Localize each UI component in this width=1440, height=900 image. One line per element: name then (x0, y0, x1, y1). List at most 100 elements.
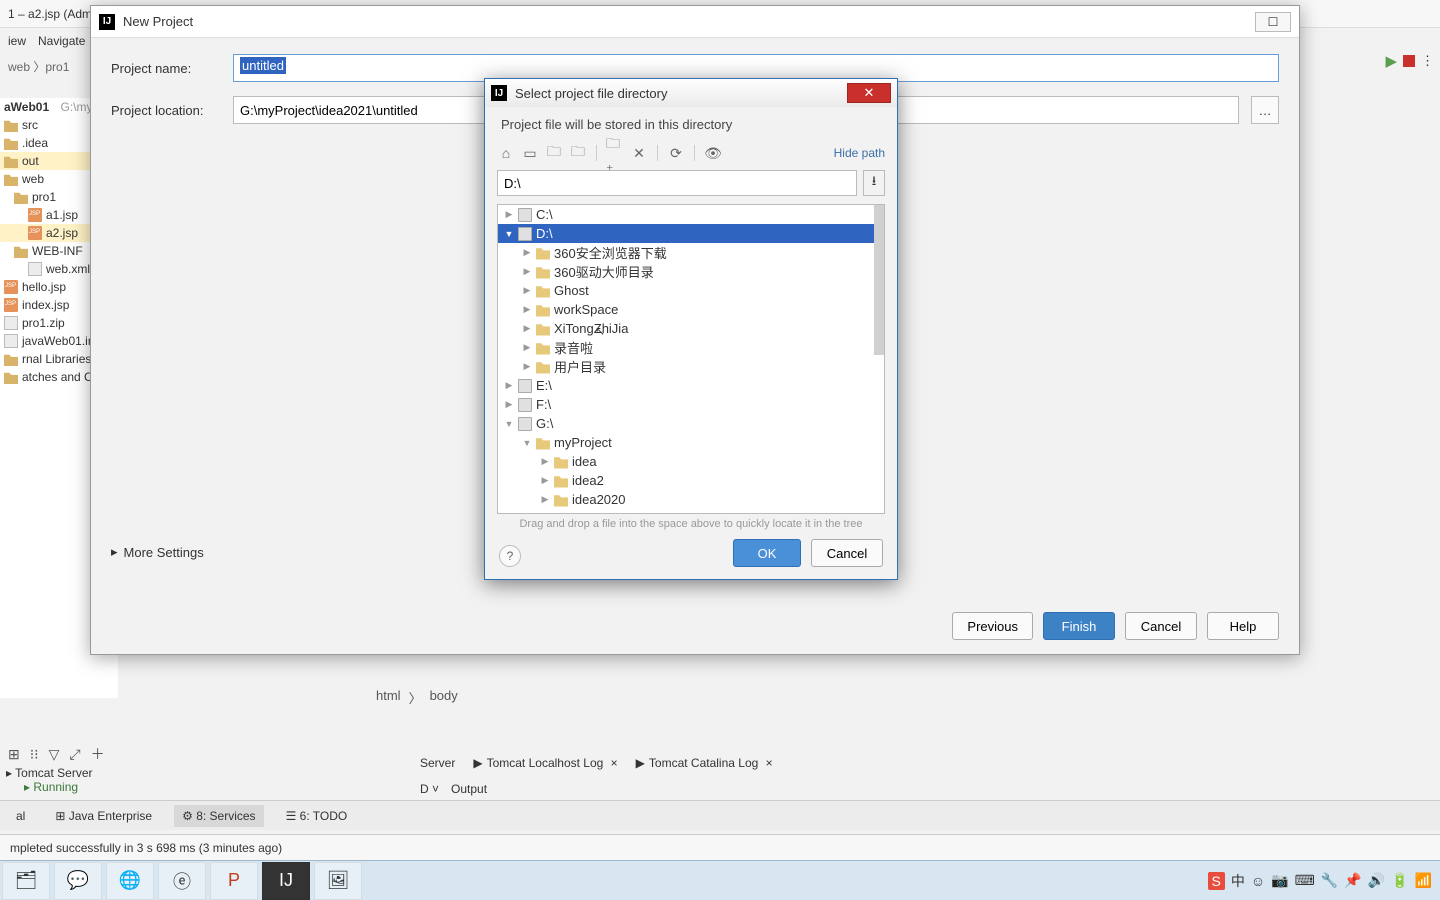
crumb-html[interactable]: html (376, 688, 401, 707)
folder-icon (4, 136, 18, 150)
taskbar-ie[interactable]: ⓔ (158, 862, 206, 900)
tree-node[interactable]: ▶workSpace (498, 300, 884, 319)
module-icon[interactable]: 🗀 (569, 144, 587, 162)
expand-arrow-icon[interactable]: ▶ (504, 380, 514, 391)
show-hidden-icon[interactable]: 👁 (704, 144, 722, 162)
menu-navigate[interactable]: Navigate (38, 34, 85, 48)
more-icon[interactable]: ⋮ (1421, 53, 1434, 69)
taskbar-explorer[interactable]: 🗂 (2, 862, 50, 900)
taskbar-intellij[interactable]: IJ (262, 862, 310, 900)
tray-pin-icon[interactable]: 📌 (1344, 872, 1361, 889)
ime-lang-icon[interactable]: 中 (1231, 871, 1245, 891)
tree-node[interactable]: ▶360驱动大师目录 (498, 262, 884, 281)
expand-arrow-icon[interactable]: ▶ (504, 399, 514, 410)
tab-java-enterprise[interactable]: ⊞ Java Enterprise (47, 805, 160, 827)
tray-volume-icon[interactable]: 🔊 (1368, 872, 1385, 889)
tree-node[interactable]: ▶C:\ (498, 205, 884, 224)
stop-icon[interactable] (1403, 55, 1415, 67)
tray-tool-icon[interactable]: 🔧 (1321, 872, 1338, 889)
intellij-icon: IJ (491, 85, 507, 101)
folder-icon (536, 360, 550, 374)
browse-location-button[interactable]: … (1251, 96, 1279, 124)
taskbar-powerpoint[interactable]: P (210, 862, 258, 900)
tree-node[interactable]: ▶idea (498, 452, 884, 471)
tray-battery-icon[interactable]: 🔋 (1391, 872, 1408, 889)
expand-arrow-icon[interactable]: ▶ (540, 456, 550, 467)
tab-terminal[interactable]: al (8, 805, 33, 827)
tree-node[interactable]: ▼myProject (498, 433, 884, 452)
cancel-button[interactable]: Cancel (1125, 612, 1197, 640)
taskbar-wechat[interactable]: 💬 (54, 862, 102, 900)
tree-node[interactable]: ▶Ghost (498, 281, 884, 300)
filter-icon[interactable]: ▽ (49, 746, 60, 763)
expand-arrow-icon[interactable]: ▶ (522, 323, 532, 334)
tree-node[interactable]: ▶idea2020 (498, 490, 884, 509)
running-node[interactable]: ▸ Running (6, 780, 93, 794)
expand-arrow-icon[interactable]: ▶ (522, 266, 532, 277)
help-button[interactable]: Help (1207, 612, 1279, 640)
new-folder-icon[interactable]: 🗀₊ (606, 144, 624, 162)
tree-icon[interactable]: ⁝⁝ (30, 746, 39, 763)
maximize-button[interactable]: ☐ (1255, 12, 1291, 32)
path-history-button[interactable]: ⭳ (863, 170, 885, 196)
tab-tomcat-catalina[interactable]: ▶ Tomcat Catalina Log × (636, 756, 773, 770)
run-icon[interactable]: ▶ (1385, 52, 1397, 70)
ok-button[interactable]: OK (733, 539, 801, 567)
layout-icon[interactable]: ⊞ (8, 746, 20, 763)
expand-arrow-icon[interactable]: ▶ (540, 475, 550, 486)
tree-node[interactable]: ▶F:\ (498, 395, 884, 414)
tree-node[interactable]: ▼G:\ (498, 414, 884, 433)
tray-emoji-icon[interactable]: ☺ (1251, 873, 1265, 889)
add-icon[interactable]: ＋ (91, 744, 105, 764)
tree-node[interactable]: ▶用户目录 (498, 357, 884, 376)
expand-arrow-icon[interactable]: ▼ (504, 229, 514, 239)
tree-node[interactable]: ▶XiTongZhiJia (498, 319, 884, 338)
taskbar-app[interactable]: 🖼 (314, 862, 362, 900)
delete-icon[interactable]: ✕ (630, 144, 648, 162)
desktop-icon[interactable]: ▭ (521, 144, 539, 162)
sogou-ime-icon[interactable]: S (1208, 872, 1225, 890)
tab-todo[interactable]: ☰ 6: TODO (278, 805, 356, 827)
refresh-icon[interactable]: ⟳ (667, 144, 685, 162)
help-icon[interactable]: ? (499, 545, 521, 567)
project-icon[interactable]: 🗀 (545, 144, 563, 162)
expand-arrow-icon[interactable]: ▶ (522, 361, 532, 372)
previous-button[interactable]: Previous (952, 612, 1033, 640)
crumb-body[interactable]: body (430, 688, 458, 707)
menu-view[interactable]: iew (8, 34, 26, 48)
close-button[interactable]: ✕ (847, 83, 891, 103)
tomcat-server-node[interactable]: ▸ Tomcat Server (6, 766, 93, 780)
tree-node[interactable]: ▶idea2 (498, 471, 884, 490)
debug-dropdown[interactable]: D ˅ (420, 782, 439, 796)
tree-node[interactable]: ▶E:\ (498, 376, 884, 395)
tree-node[interactable]: ▶360安全浏览器下载 (498, 243, 884, 262)
path-input[interactable] (497, 170, 857, 196)
expand-arrow-icon[interactable]: ▶ (522, 304, 532, 315)
tab-server[interactable]: Server (420, 756, 455, 770)
hide-path-link[interactable]: Hide path (834, 146, 885, 160)
taskbar-chrome[interactable]: 🌐 (106, 862, 154, 900)
expand-icon[interactable]: ⤢ (69, 746, 80, 763)
expand-arrow-icon[interactable]: ▶ (522, 247, 532, 258)
file-chooser-titlebar[interactable]: IJ Select project file directory ✕ (485, 79, 897, 107)
tray-wifi-icon[interactable]: 📶 (1415, 872, 1432, 889)
tray-keyboard-icon[interactable]: ⌨ (1295, 872, 1315, 889)
expand-arrow-icon[interactable]: ▶ (522, 285, 532, 296)
expand-arrow-icon[interactable]: ▶ (540, 494, 550, 505)
tree-node[interactable]: ▶录音啦 (498, 338, 884, 357)
expand-arrow-icon[interactable]: ▶ (504, 209, 514, 220)
folder-icon (536, 436, 550, 450)
expand-arrow-icon[interactable]: ▶ (522, 342, 532, 353)
directory-tree[interactable]: ▶C:\▼D:\▶360安全浏览器下载▶360驱动大师目录▶Ghost▶work… (497, 204, 885, 514)
new-project-titlebar[interactable]: IJ New Project ☐ (91, 6, 1299, 38)
tab-services[interactable]: ⚙ 8: Services (174, 805, 263, 827)
expand-arrow-icon[interactable]: ▼ (522, 438, 532, 448)
tree-node[interactable]: ▼D:\ (498, 224, 884, 243)
cancel-button[interactable]: Cancel (811, 539, 883, 567)
home-icon[interactable]: ⌂ (497, 144, 515, 162)
tray-camera-icon[interactable]: 📷 (1271, 872, 1288, 889)
tree-scrollbar[interactable] (874, 205, 884, 355)
expand-arrow-icon[interactable]: ▼ (504, 419, 514, 429)
finish-button[interactable]: Finish (1043, 612, 1115, 640)
tab-tomcat-localhost[interactable]: ▶ Tomcat Localhost Log × (473, 756, 617, 770)
